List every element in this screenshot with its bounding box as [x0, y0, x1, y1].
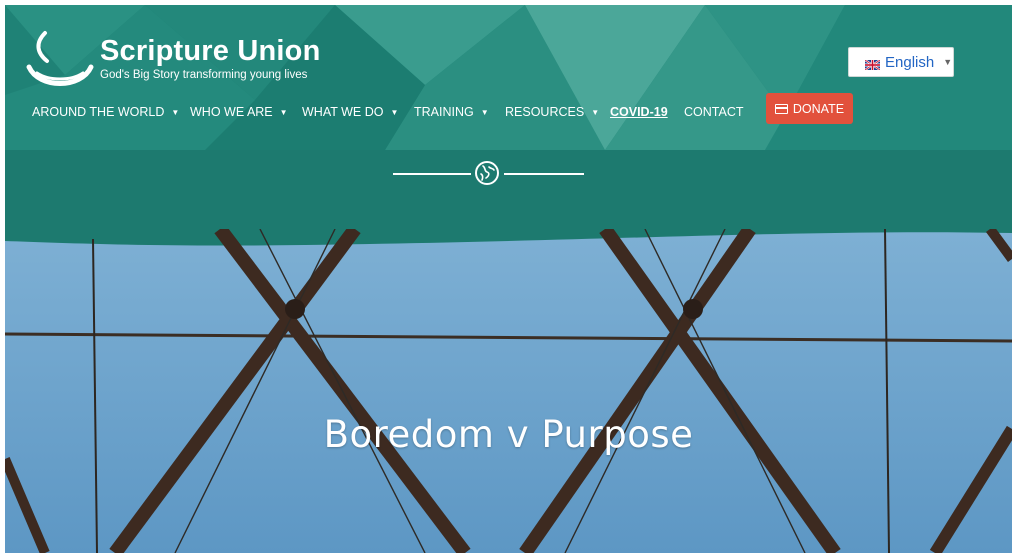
chevron-down-icon: ▼ — [591, 107, 600, 117]
nav-item-label: TRAINING — [414, 105, 474, 119]
nav-item-who-we-are[interactable]: WHO WE ARE ▼ — [190, 100, 288, 124]
brand-tagline: God's Big Story transforming young lives — [100, 69, 308, 81]
card-icon — [774, 103, 788, 114]
globe-icon — [475, 161, 499, 185]
divider-line-left — [393, 173, 471, 175]
donate-label: DONATE — [792, 101, 845, 116]
nav-item-label: WHAT WE DO — [302, 105, 384, 119]
brand-title[interactable]: Scripture Union — [100, 35, 321, 68]
nav-item-label: CONTACT — [684, 105, 744, 119]
hero-title: Boredom v Purpose — [323, 413, 694, 456]
nav-item-label: COVID-19 — [610, 105, 668, 119]
lamp-logo-icon[interactable] — [23, 23, 95, 95]
nav-item-what-we-do[interactable]: WHAT WE DO ▼ — [302, 100, 398, 124]
chevron-down-icon: ▼ — [480, 107, 489, 117]
chevron-down-icon: ▼ — [390, 107, 399, 117]
nav-item-contact[interactable]: CONTACT — [684, 100, 744, 124]
nav-item-resources[interactable]: RESOURCES ▼ — [505, 100, 599, 124]
nav-item-training[interactable]: TRAINING ▼ — [414, 100, 489, 124]
chevron-down-icon: ▼ — [279, 107, 288, 117]
nav-item-around-the-world[interactable]: AROUND THE WORLD ▼ — [32, 100, 179, 124]
main-nav: AROUND THE WORLD ▼ WHO WE ARE ▼ WHAT WE … — [5, 100, 1012, 124]
uk-flag-icon — [864, 57, 881, 71]
site-header: Scripture Union God's Big Story transfor… — [5, 5, 1012, 150]
hero-image — [5, 229, 1012, 553]
nav-item-label: WHO WE ARE — [190, 105, 273, 119]
language-selector[interactable]: English ▼ — [848, 47, 954, 77]
nav-item-covid-19[interactable]: COVID-19 — [610, 100, 668, 124]
nav-item-label: AROUND THE WORLD — [32, 105, 165, 119]
divider-line-right — [504, 173, 584, 175]
donate-button[interactable]: DONATE — [766, 93, 853, 124]
nav-item-label: RESOURCES — [505, 105, 585, 119]
chevron-down-icon: ▼ — [171, 107, 180, 117]
hero-banner: Boredom v Purpose — [5, 229, 1012, 553]
language-label: English — [885, 53, 935, 71]
chevron-down-icon: ▼ — [943, 57, 953, 67]
browser-viewport: Scripture Union God's Big Story transfor… — [5, 5, 1012, 553]
